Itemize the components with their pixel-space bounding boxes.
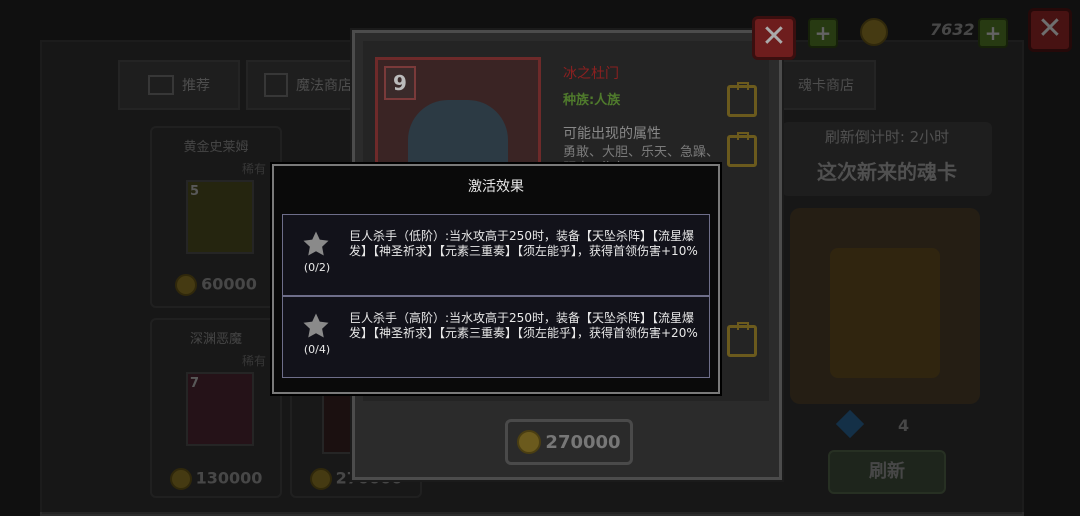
attributes-title: 可能出现的属性 <box>563 126 661 142</box>
hero-race: 种族:人族 <box>563 93 621 108</box>
star-icon <box>303 313 329 338</box>
effect-progress: (0/2) <box>303 261 331 274</box>
effect-progress: (0/4) <box>303 343 331 356</box>
coin-icon <box>517 430 542 454</box>
clipboard-icon[interactable] <box>727 82 757 117</box>
star-icon <box>303 231 329 256</box>
modal-title: 激活效果 <box>468 179 524 195</box>
clipboard-icon[interactable] <box>727 322 757 357</box>
effect-row: (0/4) 巨人杀手（高阶）:当水攻高于250时，装备【天坠杀阵】【流星爆发】【… <box>282 296 710 378</box>
hero-level: 9 <box>384 66 416 100</box>
activation-effect-modal: 激活效果 (0/2) 巨人杀手（低阶）:当水攻高于250时，装备【天坠杀阵】【流… <box>272 164 720 394</box>
buy-price: 270000 <box>545 431 621 453</box>
effect-description: 巨人杀手（高阶）:当水攻高于250时，装备【天坠杀阵】【流星爆发】【神圣祈求】【… <box>349 311 698 340</box>
effect-row: (0/2) 巨人杀手（低阶）:当水攻高于250时，装备【天坠杀阵】【流星爆发】【… <box>282 214 710 296</box>
close-detail-button[interactable]: ✕ <box>752 16 796 60</box>
clipboard-icon[interactable] <box>727 132 757 167</box>
hero-name: 冰之杜门 <box>563 66 619 82</box>
effect-description: 巨人杀手（低阶）:当水攻高于250时，装备【天坠杀阵】【流星爆发】【神圣祈求】【… <box>349 229 698 258</box>
buy-button[interactable]: 270000 <box>505 419 633 465</box>
